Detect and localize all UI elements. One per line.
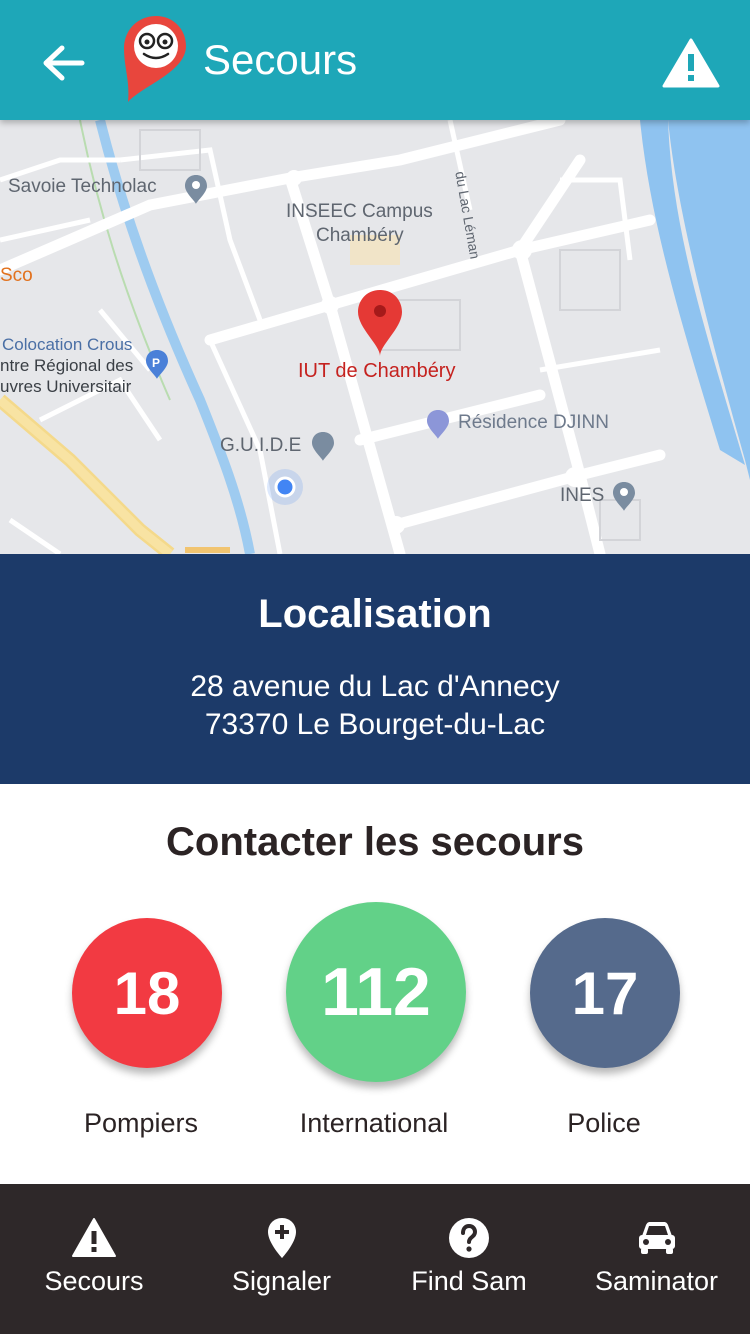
app-logo [120, 14, 192, 106]
nav-label: Secours [44, 1266, 144, 1296]
nav-item-saminator[interactable]: Saminator [563, 1184, 750, 1334]
call-police-button[interactable]: 17 [530, 918, 680, 1068]
bottom-nav: Secours Signaler Find Sam Saminator [0, 1184, 750, 1334]
map-label: Chambéry [316, 225, 404, 246]
add-location-icon [267, 1218, 296, 1258]
map-label: INES [560, 485, 605, 506]
warning-icon [72, 1218, 116, 1257]
map-view[interactable]: P Savoie Technolac INSEEC Campus Chambér… [0, 120, 750, 554]
contacts-title: Contacter les secours [166, 820, 584, 864]
nav-item-find-sam[interactable]: Find Sam [375, 1184, 563, 1334]
arrow-left-icon [43, 45, 85, 81]
map-label: INSEEC Campus [286, 201, 433, 222]
call-pompiers-button[interactable]: 18 [72, 918, 222, 1068]
localisation-panel: Localisation 28 avenue du Lac d'Annecy 7… [0, 554, 750, 784]
nav-label: Saminator [594, 1266, 719, 1296]
nav-item-secours[interactable]: Secours [0, 1184, 188, 1334]
alert-button[interactable] [660, 36, 722, 90]
map-label: Sco [0, 265, 33, 286]
international-number: 112 [321, 954, 431, 1030]
app-header: Secours [0, 0, 750, 120]
police-number: 17 [571, 959, 639, 1027]
map-label: Savoie Technolac [8, 176, 157, 197]
map-label: G.U.I.D.E [220, 435, 302, 456]
help-circle-icon [449, 1218, 489, 1258]
svg-text:P: P [152, 356, 160, 370]
international-label: International [299, 1108, 449, 1138]
localisation-title: Localisation [258, 592, 492, 636]
nav-label: Signaler [231, 1266, 332, 1296]
car-icon [638, 1222, 675, 1254]
map-label: Résidence DJINN [458, 412, 609, 433]
nav-item-signaler[interactable]: Signaler [188, 1184, 375, 1334]
back-button[interactable] [36, 38, 92, 88]
police-label: Police [567, 1108, 641, 1138]
page-title: Secours [203, 36, 358, 83]
nav-label: Find Sam [411, 1266, 527, 1296]
map-label: uvres Universitair [0, 377, 132, 396]
map-label: ntre Régional des [0, 356, 134, 375]
warning-icon [662, 38, 720, 88]
pompiers-label: Pompiers [83, 1108, 199, 1138]
pompiers-number: 18 [113, 959, 181, 1027]
map-label: Colocation Crous [2, 335, 133, 354]
address-line2: 73370 Le Bourget-du-Lac [204, 708, 546, 741]
address-line1: 28 avenue du Lac d'Annecy [190, 670, 560, 703]
map-label: IUT de Chambéry [298, 360, 456, 382]
call-international-button[interactable]: 112 [286, 902, 466, 1082]
